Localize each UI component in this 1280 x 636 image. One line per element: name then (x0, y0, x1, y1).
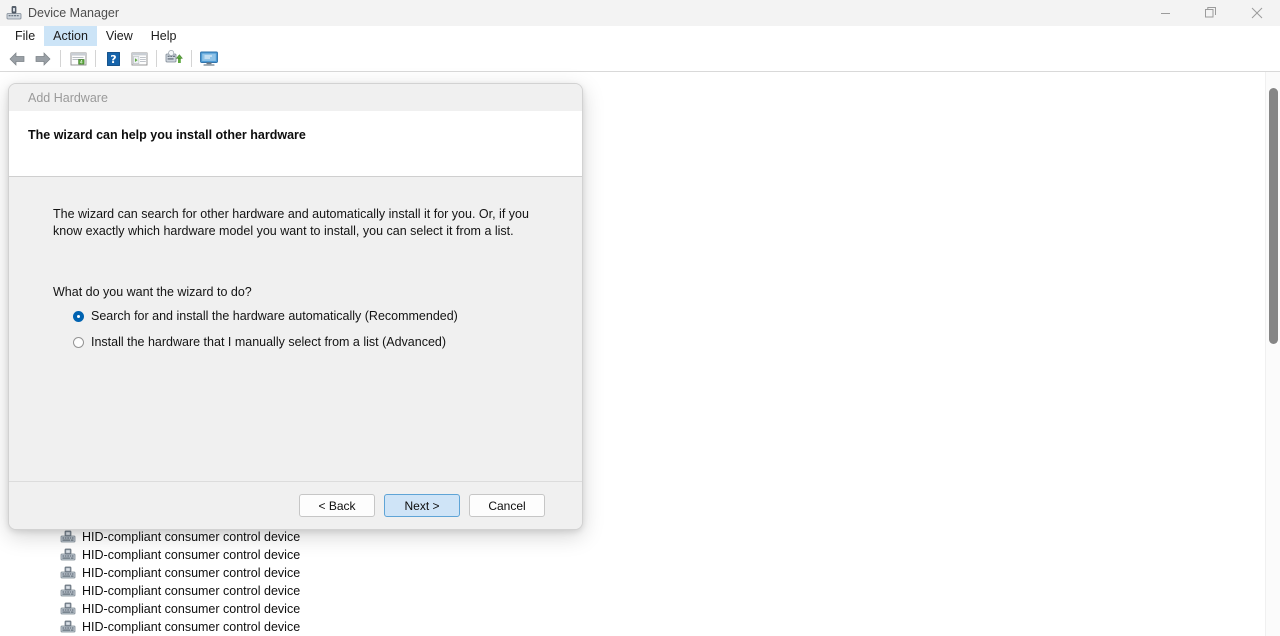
restore-icon[interactable] (1188, 0, 1234, 26)
vertical-scrollbar[interactable] (1265, 72, 1280, 636)
table-row[interactable]: HID-compliant consumer control device (0, 564, 1258, 582)
toolbar-separator (95, 50, 96, 67)
dialog-titlebar: Add Hardware (9, 84, 582, 111)
device-tree: HID-compliant consumer control device HI… (0, 528, 1258, 636)
cancel-button[interactable]: Cancel (469, 494, 545, 517)
scan-for-hardware-changes-icon[interactable] (196, 47, 222, 70)
dialog-heading: The wizard can help you install other ha… (28, 128, 306, 142)
dialog-title: Add Hardware (28, 90, 108, 105)
radio-option-automatic-label: Search for and install the hardware auto… (91, 309, 458, 323)
list-item-label: HID-compliant consumer control device (82, 548, 301, 562)
window-controls (1142, 0, 1280, 26)
table-row[interactable]: HID-compliant consumer control device (0, 582, 1258, 600)
radio-button-selected-icon[interactable] (73, 310, 84, 322)
tree-row-partial[interactable] (60, 72, 260, 76)
list-item-label: HID-compliant consumer control device (82, 620, 301, 634)
show-hidden-devices-icon[interactable]: 4 (65, 47, 91, 70)
svg-text:4: 4 (79, 59, 82, 65)
dialog-header: The wizard can help you install other ha… (9, 111, 582, 177)
add-hardware-dialog: Add Hardware The wizard can help you ins… (8, 83, 583, 530)
hid-device-icon (60, 601, 76, 617)
menubar: File Action View Help (0, 26, 1280, 46)
scrollbar-thumb[interactable] (1269, 88, 1278, 344)
svg-text:?: ? (110, 53, 116, 66)
properties-icon[interactable] (126, 47, 152, 70)
toolbar-separator (60, 50, 61, 67)
dialog-question: What do you want the wizard to do? (53, 285, 252, 299)
menu-help[interactable]: Help (142, 26, 186, 46)
toolbar-separator (191, 50, 192, 67)
list-item-label: HID-compliant consumer control device (82, 584, 301, 598)
menu-view[interactable]: View (97, 26, 142, 46)
radio-option-automatic[interactable]: Search for and install the hardware auto… (53, 309, 554, 323)
dialog-description: The wizard can search for other hardware… (53, 207, 529, 238)
table-row[interactable]: HID-compliant consumer control device (0, 600, 1258, 618)
radio-option-manual[interactable]: Install the hardware that I manually sel… (53, 335, 554, 349)
dialog-body: The wizard can search for other hardware… (9, 177, 582, 481)
list-item-label: HID-compliant consumer control device (82, 566, 301, 580)
hid-device-icon (60, 547, 76, 563)
titlebar: Device Manager (0, 0, 1280, 26)
device-manager-icon (6, 5, 22, 21)
list-item-label: HID-compliant consumer control device (82, 530, 301, 544)
forward-arrow-icon[interactable] (30, 47, 56, 70)
toolbar-separator (156, 50, 157, 67)
hid-device-icon (60, 583, 76, 599)
hid-device-icon (60, 619, 76, 635)
help-icon[interactable]: ? (100, 47, 126, 70)
table-row[interactable]: HID-compliant consumer control device (0, 546, 1258, 564)
device-manager-window: Device Manager File Action View Help 4 ?… (0, 0, 1280, 636)
back-button[interactable]: < Back (299, 494, 375, 517)
hid-device-icon (60, 565, 76, 581)
back-arrow-icon[interactable] (4, 47, 30, 70)
radio-button-unselected-icon[interactable] (73, 336, 84, 348)
list-item-label: HID-compliant consumer control device (82, 602, 301, 616)
close-icon[interactable] (1234, 0, 1280, 26)
minimize-icon[interactable] (1142, 0, 1188, 26)
table-row[interactable]: HID-compliant consumer control device (0, 618, 1258, 636)
radio-option-manual-label: Install the hardware that I manually sel… (91, 335, 447, 349)
next-button[interactable]: Next > (384, 494, 460, 517)
menu-file[interactable]: File (6, 26, 44, 46)
update-driver-icon[interactable] (161, 47, 187, 70)
dialog-footer: < Back Next > Cancel (9, 481, 582, 529)
toolbar: 4 ? (0, 46, 1280, 71)
window-title: Device Manager (28, 6, 120, 20)
table-row[interactable]: HID-compliant consumer control device (0, 528, 1258, 546)
hid-device-icon (60, 529, 76, 545)
menu-action[interactable]: Action (44, 26, 97, 46)
